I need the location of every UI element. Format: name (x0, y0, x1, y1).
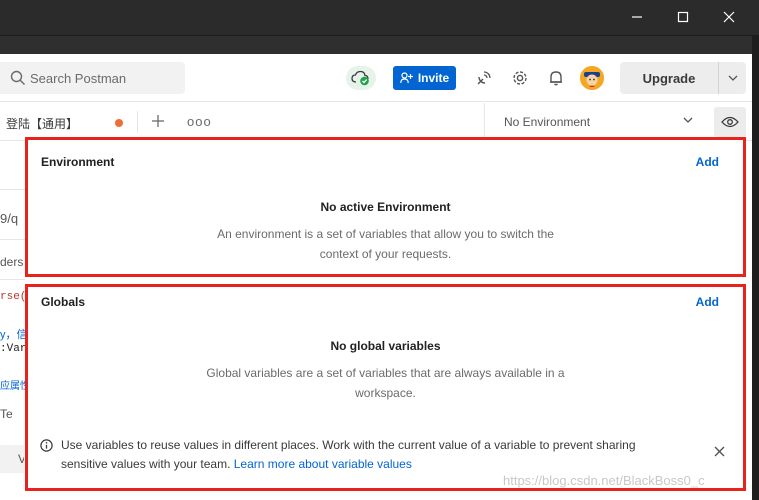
search-icon (10, 70, 25, 85)
add-globals-button[interactable]: Add (696, 295, 719, 309)
add-environment-button[interactable]: Add (696, 155, 719, 169)
tab-divider (137, 111, 138, 133)
plus-icon (152, 115, 164, 127)
code-fragment: rse( (0, 291, 27, 303)
upgrade-label: Upgrade (642, 70, 696, 86)
globals-section: Globals Add No global variables Global v… (25, 284, 746, 491)
new-tab-button[interactable] (151, 114, 165, 133)
minimize-icon (632, 16, 642, 18)
info-icon (40, 439, 53, 452)
maximize-icon (677, 11, 689, 23)
close-icon[interactable] (714, 446, 725, 457)
url-fragment: 9/q (0, 211, 19, 226)
globals-title: Globals (41, 295, 86, 309)
unsaved-indicator (115, 119, 123, 127)
eye-icon (721, 116, 739, 128)
environment-section: Environment Add No active Environment An… (25, 137, 746, 277)
code-fragment: y，信 (0, 329, 28, 341)
tab-active-request[interactable]: 登陆【通用】 (6, 115, 78, 132)
request-tab-bar: 登陆【通用】 ooo No Environment (0, 103, 759, 141)
cloud-sync-button[interactable] (346, 66, 376, 90)
watermark-text: https://blog.csdn.net/BlackBoss0_c (503, 473, 705, 488)
avatar[interactable] (580, 66, 604, 90)
gear-icon (513, 71, 527, 85)
tests-tab-fragment: Te (0, 407, 13, 421)
globals-empty-description: workspace. (355, 386, 416, 400)
chevron-down-icon (728, 75, 737, 81)
divider (0, 239, 25, 240)
environment-title: Environment (41, 155, 115, 169)
window-edge (752, 36, 759, 500)
headers-tab-fragment: ders (0, 255, 24, 269)
globals-empty-description: Global variables are a set of variables … (206, 366, 565, 380)
learn-more-link[interactable]: Learn more about variable values (234, 457, 412, 471)
upgrade-menu-button[interactable] (719, 75, 746, 81)
satellite-icon (477, 71, 491, 85)
window-titlebar (0, 0, 759, 36)
more-icon[interactable]: ooo (187, 114, 212, 129)
environment-empty-description: context of your requests. (319, 247, 452, 261)
cloud-sync-icon (351, 70, 369, 86)
minimize-button[interactable] (614, 0, 660, 34)
bell-icon (550, 71, 562, 86)
info-text-line2: sensitive values with your team. (61, 457, 234, 471)
response-fragment: V (0, 445, 24, 473)
close-window-button[interactable] (706, 0, 752, 34)
environment-empty-description: An environment is a set of variables tha… (217, 227, 554, 241)
environment-empty-heading: No active Environment (320, 200, 451, 214)
notifications-button[interactable] (546, 68, 566, 88)
environment-selected: No Environment (504, 115, 591, 129)
chevron-down-icon (683, 117, 693, 123)
settings-button[interactable] (510, 68, 530, 88)
upgrade-button[interactable]: Upgrade (620, 62, 746, 94)
divider (0, 279, 25, 280)
environment-quick-look-button[interactable] (714, 107, 746, 137)
close-icon (723, 11, 735, 23)
app-header: Search Postman Invite Upgrade (0, 54, 759, 102)
maximize-button[interactable] (660, 0, 706, 34)
search-input[interactable]: Search Postman (0, 62, 185, 94)
avatar-image (580, 66, 604, 90)
search-placeholder: Search Postman (30, 70, 127, 86)
capture-requests-button[interactable] (474, 68, 494, 88)
request-editor-partial: 9/q ders rse( y，信 :Var: 应属性 Te V (0, 141, 33, 500)
invite-label: Invite (417, 71, 450, 85)
info-text: Use variables to reuse values in differe… (61, 436, 701, 474)
add-user-icon (400, 72, 413, 84)
globals-empty-heading: No global variables (330, 339, 441, 353)
environment-quick-look-panel: Environment Add No active Environment An… (25, 137, 751, 491)
menu-strip (0, 36, 759, 54)
environment-selector[interactable]: No Environment (484, 103, 705, 141)
divider (0, 189, 25, 190)
info-text-line1: Use variables to reuse values in differe… (61, 438, 636, 452)
invite-button[interactable]: Invite (393, 66, 456, 90)
